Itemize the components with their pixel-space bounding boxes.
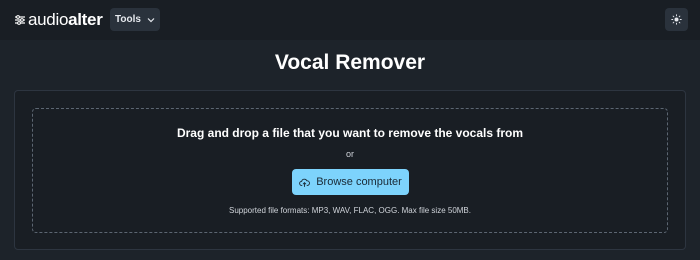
logo-wordmark: audioalter <box>28 9 103 31</box>
sliders-icon <box>14 14 26 26</box>
theme-toggle-button[interactable] <box>665 8 688 31</box>
logo-text-audio: audio <box>28 10 69 29</box>
top-navbar: audioalter Tools <box>0 0 700 40</box>
cloud-upload-icon <box>299 178 311 187</box>
browse-computer-label: Browse computer <box>316 176 402 188</box>
logo-text-alter: alter <box>68 10 103 29</box>
audioalter-logo[interactable]: audioalter <box>14 9 103 31</box>
page-title: Vocal Remover <box>274 51 426 74</box>
drop-zone-heading: Drag and drop a file that you want to re… <box>176 126 524 140</box>
tools-menu-button[interactable]: Tools <box>110 8 160 31</box>
or-separator: or <box>345 149 354 159</box>
tools-menu-label: Tools <box>115 14 141 25</box>
sun-icon <box>671 14 682 25</box>
browse-computer-button[interactable]: Browse computer <box>292 169 409 195</box>
chevron-down-icon <box>147 17 155 22</box>
supported-formats-note: Supported file formats: MP3, WAV, FLAC, … <box>228 206 471 215</box>
